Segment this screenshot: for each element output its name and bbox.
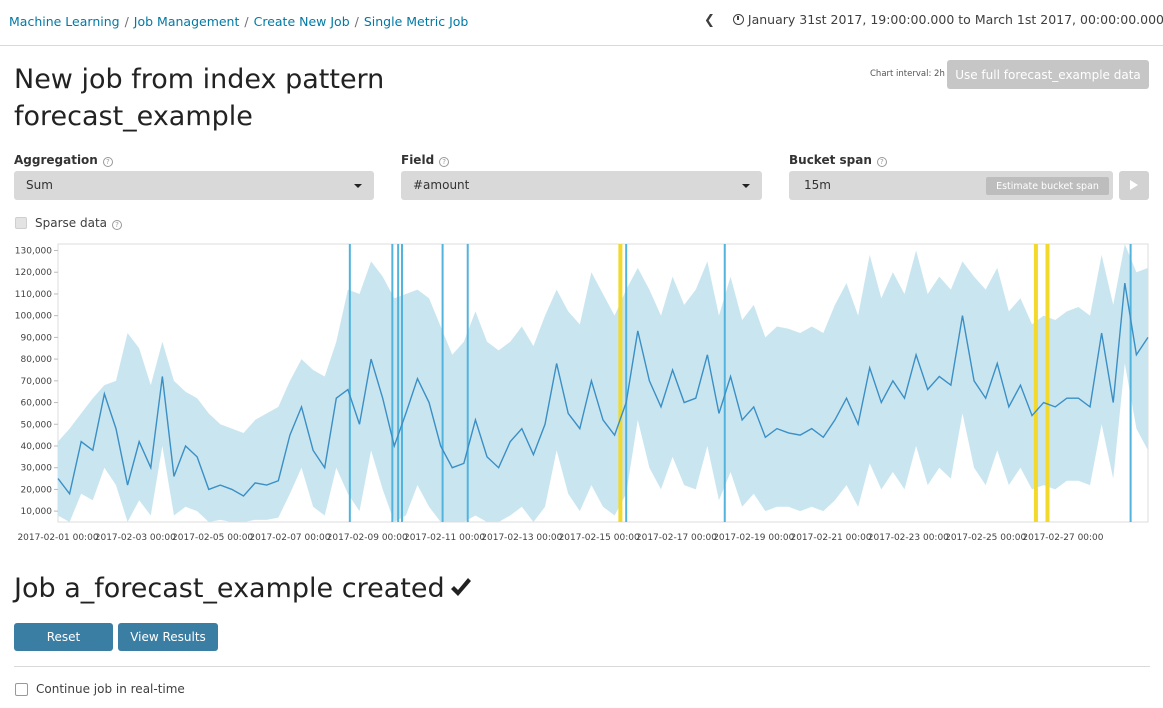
y-tick-label: 20,000	[21, 485, 53, 495]
help-icon[interactable]: ?	[102, 157, 113, 167]
y-tick-label: 70,000	[21, 377, 53, 387]
time-to-word: to	[958, 12, 971, 27]
clock-icon	[732, 14, 744, 25]
estimate-bucket-span-button[interactable]: Estimate bucket span	[986, 177, 1109, 195]
x-tick-label: 2017-02-01 00:00	[17, 533, 98, 543]
x-tick-label: 2017-02-21 00:00	[790, 533, 871, 543]
x-tick-label: 2017-02-15 00:00	[559, 533, 640, 543]
y-tick-label: 80,000	[21, 355, 53, 365]
x-tick-label: 2017-02-25 00:00	[945, 533, 1026, 543]
view-results-button[interactable]: View Results	[118, 623, 218, 651]
anomaly-marker	[1033, 244, 1038, 522]
anomaly-marker	[625, 244, 628, 522]
y-tick-label: 40,000	[21, 442, 53, 452]
breadcrumb-separator: /	[244, 14, 249, 29]
y-tick-label: 90,000	[21, 333, 53, 343]
field-select[interactable]: #amount	[401, 171, 762, 200]
help-icon[interactable]: ?	[439, 157, 450, 167]
help-icon[interactable]: ?	[112, 220, 122, 230]
top-bar: Machine Learning / Job Management / Create N…	[0, 0, 1163, 46]
x-tick-label: 2017-02-05 00:00	[172, 533, 253, 543]
chevron-left-icon[interactable]: ❮	[704, 13, 715, 28]
anomaly-marker	[466, 244, 469, 522]
x-tick-label: 2017-02-19 00:00	[713, 533, 794, 543]
y-tick-label: 130,000	[15, 247, 52, 257]
anomaly-marker	[391, 244, 394, 522]
y-tick-label: 10,000	[21, 507, 53, 517]
caret-down-icon	[742, 184, 750, 188]
divider	[14, 666, 1150, 667]
anomaly-marker	[401, 244, 404, 522]
y-tick-label: 60,000	[21, 399, 53, 409]
x-tick-label: 2017-02-09 00:00	[327, 533, 408, 543]
realtime-label: Continue job in real-time	[36, 682, 185, 696]
x-tick-label: 2017-02-23 00:00	[868, 533, 949, 543]
bucket-span-label: Bucket span?	[789, 153, 887, 167]
checkmark-icon	[450, 578, 471, 596]
help-icon[interactable]: ?	[876, 157, 887, 167]
checkbox[interactable]	[15, 217, 27, 229]
y-tick-label: 50,000	[21, 420, 53, 430]
x-tick-label: 2017-02-11 00:00	[404, 533, 485, 543]
anomaly-marker	[441, 244, 444, 522]
single-metric-chart: 130,000 120,000 110,000 100,000 90,000 80,000…	[15, 243, 1149, 543]
time-range[interactable]: January 31st 2017, 19:00:00.000 to March…	[748, 12, 1163, 27]
page-title: New job from index pattern forecast_exam…	[14, 64, 385, 132]
breadcrumb-separator: /	[354, 14, 359, 29]
job-created-heading: Job a_forecast_example created	[14, 573, 473, 604]
reset-button[interactable]: Reset	[14, 623, 113, 651]
time-to: March 1st 2017, 00:00:00.000	[974, 12, 1163, 27]
sparse-data-checkbox[interactable]: Sparse data?	[15, 216, 122, 230]
anomaly-marker	[618, 244, 623, 522]
bucket-span-value: 15m	[804, 178, 831, 192]
field-label: Field?	[401, 153, 450, 167]
realtime-checkbox[interactable]: Continue job in real-time	[15, 682, 185, 696]
y-tick-label: 100,000	[15, 312, 52, 322]
breadcrumb-create-new-job[interactable]: Create New Job	[254, 14, 350, 29]
x-tick-label: 2017-02-17 00:00	[636, 533, 717, 543]
use-full-data-button[interactable]: Use full forecast_example data	[947, 60, 1149, 89]
breadcrumb-machine-learning[interactable]: Machine Learning	[9, 14, 120, 29]
sparse-data-label: Sparse data	[35, 216, 107, 230]
time-picker: ❮ January 31st 2017, 19:00:00.000 to Marc…	[704, 12, 1163, 28]
field-value: #amount	[413, 178, 470, 192]
aggregation-label-text: Aggregation	[14, 153, 98, 167]
chart-interval: Chart interval: 2h	[870, 69, 945, 79]
anomaly-marker	[723, 244, 726, 522]
y-tick-label: 110,000	[15, 290, 52, 300]
x-tick-label: 2017-02-07 00:00	[249, 533, 330, 543]
anomaly-marker	[397, 244, 400, 522]
bucket-span-label-text: Bucket span	[789, 153, 872, 167]
caret-down-icon	[354, 184, 362, 188]
x-tick-label: 2017-02-27 00:00	[1022, 533, 1103, 543]
x-tick-label: 2017-02-03 00:00	[95, 533, 176, 543]
anomaly-marker	[1129, 244, 1132, 522]
breadcrumb-job-management[interactable]: Job Management	[134, 14, 240, 29]
y-tick-label: 30,000	[21, 464, 53, 474]
aggregation-value: Sum	[26, 178, 53, 192]
checkbox[interactable]	[15, 683, 28, 696]
aggregation-label: Aggregation?	[14, 153, 113, 167]
job-created-text: Job a_forecast_example created	[14, 573, 445, 604]
breadcrumb: Machine Learning / Job Management / Create N…	[9, 14, 468, 29]
time-from: January 31st 2017, 19:00:00.000	[747, 12, 955, 27]
anomaly-marker	[1045, 244, 1050, 522]
model-bounds-band	[58, 244, 1148, 522]
y-tick-label: 120,000	[15, 268, 52, 278]
breadcrumb-separator: /	[124, 14, 129, 29]
field-label-text: Field	[401, 153, 435, 167]
x-tick-label: 2017-02-13 00:00	[481, 533, 562, 543]
play-icon[interactable]	[1119, 171, 1149, 200]
anomaly-marker	[348, 244, 351, 522]
aggregation-select[interactable]: Sum	[14, 171, 374, 200]
breadcrumb-single-metric-job[interactable]: Single Metric Job	[364, 14, 469, 29]
